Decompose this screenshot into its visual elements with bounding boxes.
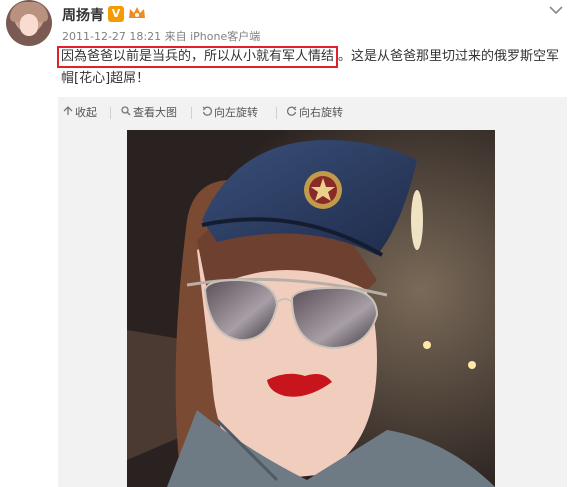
rotate-left-button[interactable]: 向左旋转 (202, 105, 258, 121)
crown-icon (128, 6, 146, 22)
post-source: 来自 iPhone客户端 (164, 30, 261, 43)
verified-badge-icon: V (108, 6, 124, 22)
magnifier-icon (121, 105, 133, 121)
avatar[interactable] (6, 0, 52, 46)
post-text: 因為爸爸以前是当兵的，所以从小就有军人情结 。这是从爸爸那里切过来的俄罗斯空军帽[… (57, 46, 566, 89)
rotate-right-label: 向右旋转 (299, 106, 343, 119)
username[interactable]: 周扬青 (62, 5, 104, 25)
rotate-left-icon (202, 105, 214, 121)
post-timestamp[interactable]: 2011-12-27 18:21 (62, 30, 161, 43)
post-meta: 2011-12-27 18:21 来自 iPhone客户端 (62, 28, 260, 44)
collapse-label: 收起 (75, 106, 97, 119)
view-large-label: 查看大图 (133, 106, 177, 119)
rotate-left-label: 向左旋转 (214, 106, 258, 119)
collapse-arrow-icon (63, 105, 75, 121)
toolbar-divider (191, 107, 192, 119)
view-large-button[interactable]: 查看大图 (121, 105, 177, 121)
collapse-button[interactable]: 收起 (63, 105, 97, 121)
post-photo[interactable] (127, 130, 495, 487)
image-toolbar: 收起 查看大图 向左旋转 向右旋转 (58, 97, 567, 127)
avatar-face (20, 14, 38, 36)
image-gallery: 收起 查看大图 向左旋转 向右旋转 (58, 97, 567, 487)
highlighted-text: 因為爸爸以前是当兵的，所以从小就有军人情结 (57, 46, 339, 68)
toolbar-divider (110, 107, 111, 119)
rotate-right-icon (286, 105, 299, 121)
toolbar-divider (276, 107, 277, 119)
chevron-down-icon[interactable] (548, 0, 564, 15)
rotate-right-button[interactable]: 向右旋转 (286, 105, 343, 121)
